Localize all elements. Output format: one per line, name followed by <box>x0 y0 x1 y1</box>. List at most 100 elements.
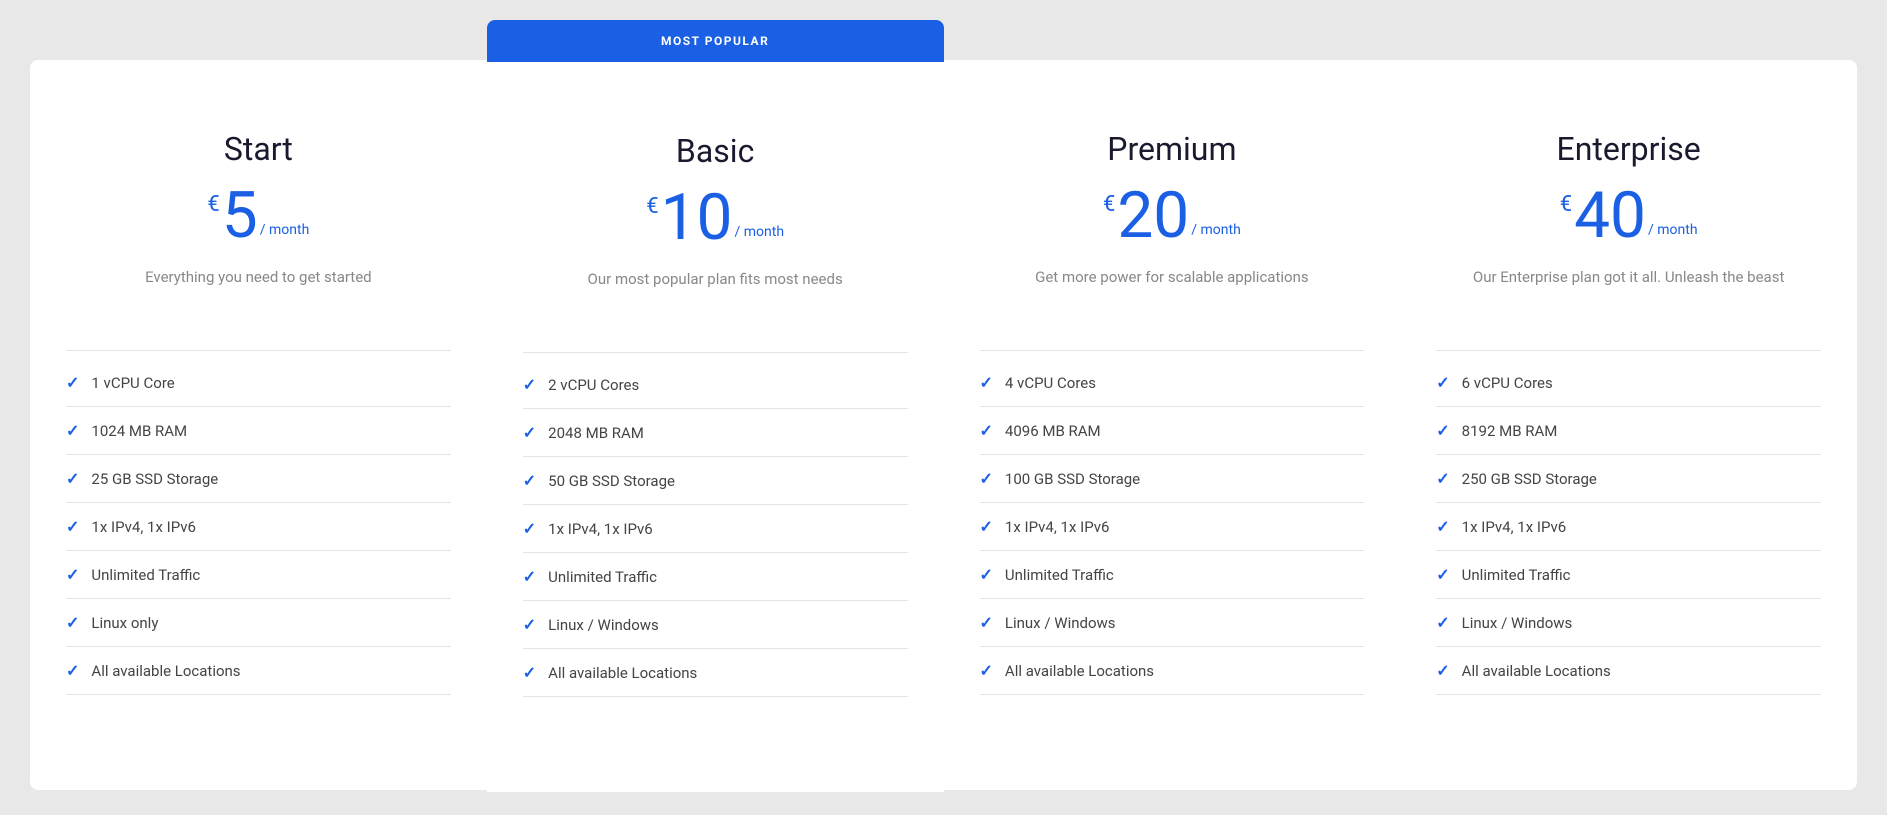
checkmark-icon: ✓ <box>1436 517 1449 536</box>
feature-item: ✓ 1x IPv4, 1x IPv6 <box>66 503 451 551</box>
feature-text: Unlimited Traffic <box>91 566 200 584</box>
feature-item: ✓ 6 vCPU Cores <box>1436 359 1821 407</box>
feature-item: ✓ Linux / Windows <box>1436 599 1821 647</box>
feature-item: ✓ 4096 MB RAM <box>980 407 1365 455</box>
plan-price-enterprise: €40/ month <box>1436 184 1821 248</box>
plan-name-start: Start <box>66 130 451 168</box>
checkmark-icon: ✓ <box>980 517 993 536</box>
feature-item: ✓Unlimited Traffic <box>980 551 1365 599</box>
feature-text: Unlimited Traffic <box>1005 566 1114 584</box>
feature-text: 2 vCPU Cores <box>548 376 639 394</box>
feature-text: All available Locations <box>91 662 240 680</box>
feature-text: 4 vCPU Cores <box>1005 374 1096 392</box>
plan-divider-start <box>66 350 451 351</box>
checkmark-icon: ✓ <box>1436 469 1449 488</box>
feature-text: 6 vCPU Cores <box>1462 374 1553 392</box>
checkmark-icon: ✓ <box>523 375 536 394</box>
plan-description-enterprise: Our Enterprise plan got it all. Unleash … <box>1436 266 1821 326</box>
feature-text: Unlimited Traffic <box>548 568 657 586</box>
feature-text: 1x IPv4, 1x IPv6 <box>91 518 196 536</box>
feature-item: ✓ All available Locations <box>66 647 451 695</box>
features-list-start: ✓ 1 vCPU Core ✓ 1024 MB RAM ✓ 25 GB SSD Stora… <box>66 359 451 695</box>
feature-item: ✓4 vCPU Cores <box>980 359 1365 407</box>
plan-price-start: €5/ month <box>66 184 451 248</box>
checkmark-icon: ✓ <box>66 661 79 680</box>
feature-text: Linux / Windows <box>1005 614 1116 632</box>
plan-name-premium: Premium <box>980 130 1365 168</box>
plan-currency-start: € <box>207 192 219 217</box>
feature-item: ✓ 1024 MB RAM <box>66 407 451 455</box>
feature-item: ✓2048 MB RAM <box>523 409 908 457</box>
checkmark-icon: ✓ <box>66 421 79 440</box>
plan-divider-basic <box>523 352 908 353</box>
feature-text: 4096 MB RAM <box>1005 422 1101 440</box>
checkmark-icon: ✓ <box>523 615 536 634</box>
feature-text: All available Locations <box>548 664 697 682</box>
checkmark-icon: ✓ <box>66 613 79 632</box>
plans-container: Start€5/ monthEverything you need to get… <box>30 20 1857 792</box>
feature-text: 1x IPv4, 1x IPv6 <box>1005 518 1110 536</box>
plan-description-basic: Our most popular plan fits most needs <box>523 268 908 328</box>
plan-price-basic: €10/ month <box>523 186 908 250</box>
plan-card-basic: Basic€10/ monthOur most popular plan fit… <box>487 62 944 792</box>
feature-item: ✓ Unlimited Traffic <box>523 553 908 601</box>
checkmark-icon: ✓ <box>980 421 993 440</box>
plan-amount-basic: 10 <box>661 186 733 250</box>
feature-item: ✓ All available Locations <box>980 647 1365 695</box>
checkmark-icon: ✓ <box>523 519 536 538</box>
feature-text: 1x IPv4, 1x IPv6 <box>1462 518 1567 536</box>
plan-description-start: Everything you need to get started <box>66 266 451 326</box>
checkmark-icon: ✓ <box>66 517 79 536</box>
feature-item: ✓Linux / Windows <box>523 601 908 649</box>
plan-amount-enterprise: 40 <box>1574 184 1646 248</box>
plan-description-premium: Get more power for scalable applications <box>980 266 1365 326</box>
feature-item: ✓ Unlimited Traffic <box>66 551 451 599</box>
feature-item: ✓Unlimited Traffic <box>1436 551 1821 599</box>
plan-currency-enterprise: € <box>1560 192 1572 217</box>
feature-item: ✓100 GB SSD Storage <box>980 455 1365 503</box>
features-list-premium: ✓4 vCPU Cores✓4096 MB RAM✓100 GB SSD Sto… <box>980 359 1365 695</box>
feature-item: ✓250 GB SSD Storage <box>1436 455 1821 503</box>
checkmark-icon: ✓ <box>66 373 79 392</box>
plan-card-premium: Premium €20/ month Get more power for scal… <box>944 60 1401 790</box>
feature-item: ✓ 1x IPv4, 1x IPv6 <box>1436 503 1821 551</box>
features-list-basic: ✓ 2 vCPU Cores ✓2048 MB RAM✓50 GB SSD Stor… <box>523 361 908 697</box>
plan-amount-start: 5 <box>222 184 258 248</box>
feature-text: 8192 MB RAM <box>1462 422 1558 440</box>
checkmark-icon: ✓ <box>523 663 536 682</box>
checkmark-icon: ✓ <box>980 613 993 632</box>
feature-text: 1024 MB RAM <box>91 422 187 440</box>
plan-currency-basic: € <box>646 194 658 219</box>
checkmark-icon: ✓ <box>980 661 993 680</box>
plan-period-start: / month <box>260 222 310 238</box>
plan-card-start: Start €5/ month Everything you need to get… <box>30 60 487 790</box>
feature-text: 1x IPv4, 1x IPv6 <box>548 520 653 538</box>
feature-item: ✓ 2 vCPU Cores <box>523 361 908 409</box>
plan-price-premium: €20/ month <box>980 184 1365 248</box>
plan-amount-premium: 20 <box>1117 184 1189 248</box>
features-list-enterprise: ✓ 6 vCPU Cores ✓ 8192 MB RAM ✓250 GB SSD Sto… <box>1436 359 1821 695</box>
feature-text: All available Locations <box>1005 662 1154 680</box>
plan-currency-premium: € <box>1103 192 1115 217</box>
checkmark-icon: ✓ <box>66 469 79 488</box>
feature-text: Linux only <box>91 614 158 632</box>
checkmark-icon: ✓ <box>523 423 536 442</box>
feature-item: ✓ 1 vCPU Core <box>66 359 451 407</box>
feature-text: 100 GB SSD Storage <box>1005 470 1140 488</box>
plan-name-enterprise: Enterprise <box>1436 130 1821 168</box>
feature-item: ✓50 GB SSD Storage <box>523 457 908 505</box>
feature-text: 25 GB SSD Storage <box>91 470 218 488</box>
feature-text: 1 vCPU Core <box>91 374 174 392</box>
feature-item: ✓ Linux / Windows <box>980 599 1365 647</box>
checkmark-icon: ✓ <box>66 565 79 584</box>
plan-period-enterprise: / month <box>1648 222 1698 238</box>
feature-text: All available Locations <box>1462 662 1611 680</box>
feature-item: ✓ 1x IPv4, 1x IPv6 <box>523 505 908 553</box>
checkmark-icon: ✓ <box>1436 373 1449 392</box>
checkmark-icon: ✓ <box>1436 613 1449 632</box>
checkmark-icon: ✓ <box>523 567 536 586</box>
feature-item: ✓ 25 GB SSD Storage <box>66 455 451 503</box>
plan-period-premium: / month <box>1191 222 1241 238</box>
checkmark-icon: ✓ <box>523 471 536 490</box>
feature-text: Linux / Windows <box>1462 614 1573 632</box>
